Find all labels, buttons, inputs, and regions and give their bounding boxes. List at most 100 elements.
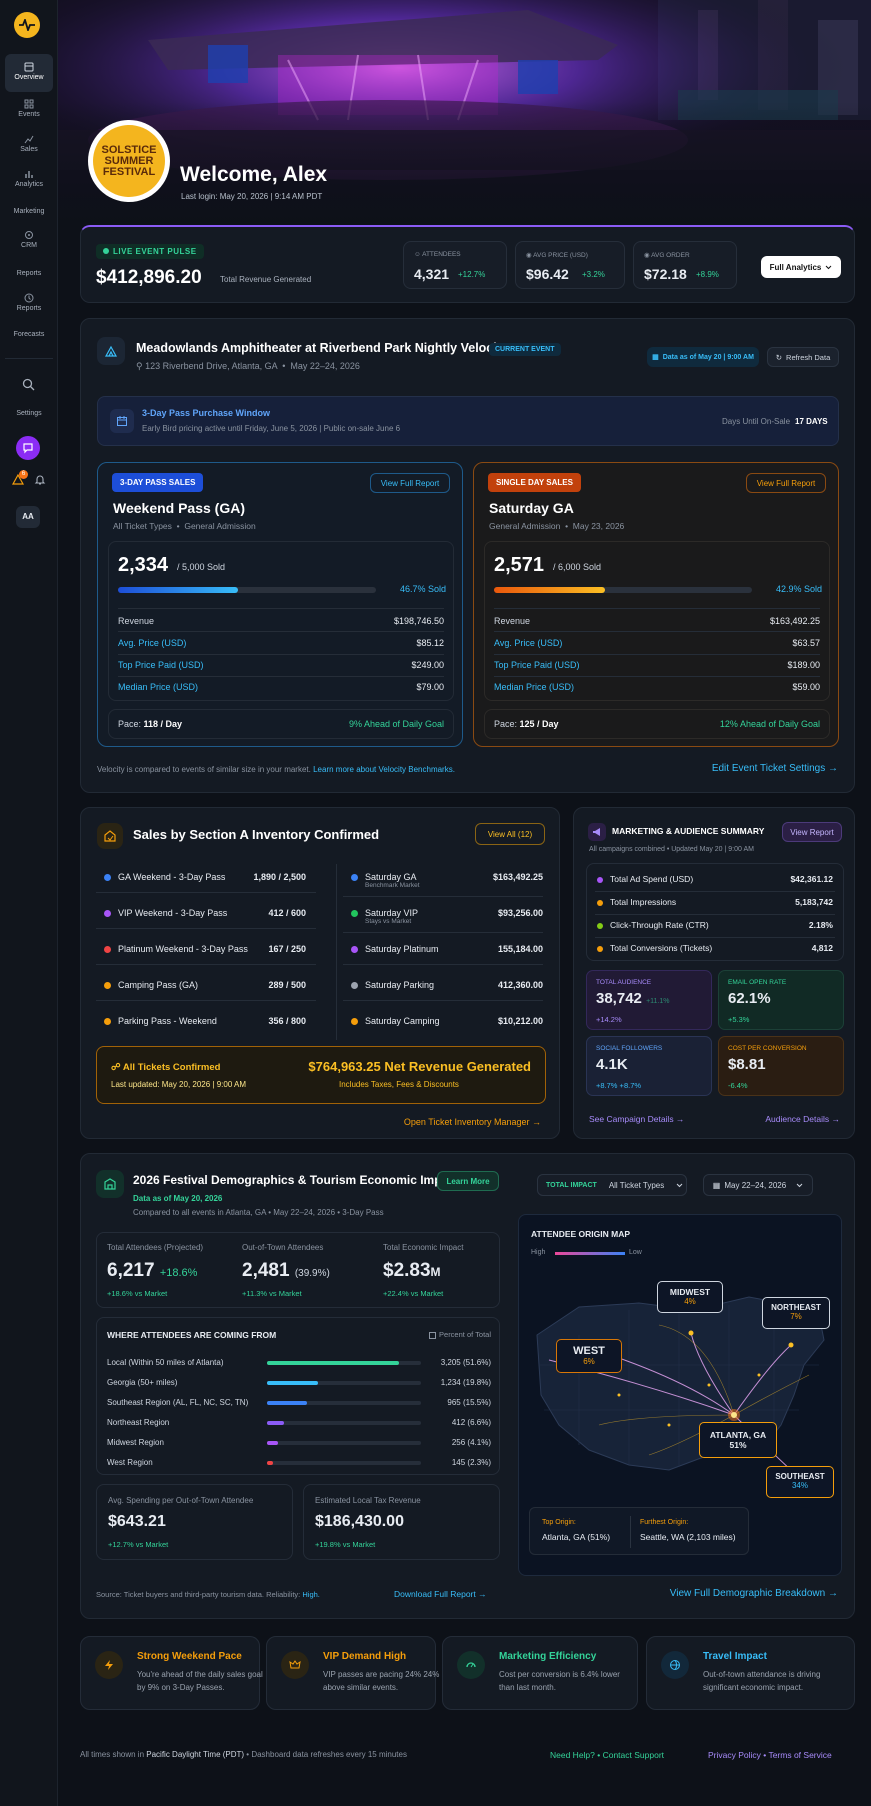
edit-ticket-settings-link[interactable]: Edit Event Ticket Settings →	[712, 763, 838, 774]
avatar[interactable]: AA	[16, 506, 40, 528]
event-address: 123 Riverbend Drive, Atlanta, GA	[145, 361, 278, 371]
sidebar-item-marketing[interactable]: Marketing	[5, 208, 53, 215]
sidebar-item-analytics[interactable]: Analytics	[5, 169, 53, 188]
marketing-summary-panel: MARKETING & AUDIENCE SUMMARY View Report…	[573, 807, 855, 1139]
settings-label: Settings	[16, 410, 42, 417]
refresh-label: Refresh Data	[786, 352, 831, 362]
sidebar-item-sales[interactable]: Sales	[5, 134, 53, 153]
list-item[interactable]: Platinum Weekend - 3-Day Pass 167 / 250	[104, 944, 306, 954]
inventory-manager-link[interactable]: Open Ticket Inventory Manager →	[404, 1117, 541, 1127]
list-item[interactable]: Parking Pass - Weekend 356 / 800	[104, 1016, 306, 1026]
privacy-policy-link[interactable]: Privacy Policy	[708, 1750, 761, 1760]
app-logo[interactable]	[14, 12, 40, 38]
confirmed-banner: ☍ All Tickets Confirmed Last updated: Ma…	[96, 1046, 546, 1104]
sidebar-item-label: Reports	[16, 270, 42, 277]
sidebar-item-forecasts[interactable]: Forecasts	[5, 331, 53, 338]
daily-goal: 9% Ahead of Daily Goal	[348, 719, 444, 729]
insight-card-marketing-efficiency[interactable]: Marketing Efficiency Cost per conversion…	[442, 1636, 638, 1710]
pass-name: Saturday GA	[489, 500, 574, 516]
origin-row: Southeast Region (AL, FL, NC, SC, TN) 965…	[107, 1398, 491, 1412]
row-label: Revenue	[494, 616, 531, 626]
data-as-of-badge: ▦ Data as of May 20 | 9:00 AM	[647, 347, 759, 367]
footer-links: Privacy Policy • Terms of Service	[708, 1750, 832, 1760]
footer-timezone: All times shown in Pacific Daylight Time…	[80, 1750, 407, 1759]
bell-icon[interactable]	[34, 474, 46, 486]
view-all-sections-button[interactable]: View All (12)	[475, 823, 545, 845]
view-full-report-button[interactable]: View Full Report	[746, 473, 826, 493]
velocity-benchmarks-link[interactable]: Learn more about Velocity Benchmarks.	[313, 765, 455, 774]
section-list-left: GA Weekend - 3-Day Pass 1,890 / 2,500 VIP…	[96, 864, 316, 1044]
sidebar-item-settings[interactable]: Settings	[5, 410, 53, 417]
crm-icon	[25, 231, 33, 239]
notification-area: 6	[10, 470, 50, 492]
search-button[interactable]	[16, 372, 40, 396]
purchase-window-desc: Early Bird pricing active until Friday, …	[142, 424, 401, 433]
origin-bar-fill	[267, 1401, 307, 1405]
origin-bar-track	[267, 1441, 421, 1445]
sidebar-divider	[5, 358, 53, 359]
calendar-icon: ▦	[652, 354, 659, 361]
view-full-report-button[interactable]: View Full Report	[370, 473, 450, 493]
insight-card-weekend-pace[interactable]: Strong Weekend Pace You're ahead of the …	[80, 1636, 263, 1710]
tent-icon	[104, 345, 118, 357]
pace-box: Pace: 125 / Day 12% Ahead of Daily Goal	[484, 709, 830, 739]
sidebar-item-reports-alt[interactable]: Reports	[5, 293, 53, 312]
list-item[interactable]: Saturday Camping $10,212.00	[351, 1016, 543, 1026]
campaign-details-link[interactable]: See Campaign Details →	[589, 1114, 684, 1124]
event-velocity-panel: Meadowlands Amphitheater at Riverbend Pa…	[80, 318, 855, 793]
avg-order-label: ◉ AVG ORDER	[644, 252, 690, 259]
list-item[interactable]: Saturday Parking 412,360.00	[351, 980, 543, 990]
demographic-breakdown-link[interactable]: View Full Demographic Breakdown →	[670, 1588, 838, 1599]
percent-toggle[interactable]: Percent of Total	[429, 1330, 491, 1339]
badge-line: SOLSTICE	[101, 143, 157, 156]
list-item[interactable]: GA Weekend - 3-Day Pass 1,890 / 2,500	[104, 872, 306, 882]
insight-card-travel-impact[interactable]: Travel Impact Out-of-town attendance is …	[646, 1636, 855, 1710]
attendee-origin-map[interactable]: ATTENDEE ORIGIN MAP High Low MIDWEST 4% …	[518, 1214, 842, 1576]
total-revenue-label: Total Revenue Generated	[220, 275, 312, 284]
list-item[interactable]: Saturday GA $163,492.25 Benchmark Market	[351, 872, 543, 889]
origin-row: Local (Within 50 miles of Atlanta) 3,205 …	[107, 1358, 491, 1372]
full-analytics-button[interactable]: Full Analytics	[761, 256, 841, 278]
pass-card-weekend: 3-DAY PASS SALES View Full Report Weeken…	[97, 462, 463, 747]
list-item[interactable]: Camping Pass (GA) 289 / 500	[104, 980, 306, 990]
origin-row: Northeast Region 412 (6.6%)	[107, 1418, 491, 1432]
row-value: $249.00	[411, 660, 444, 670]
sidebar-item-crm[interactable]: CRM	[5, 230, 53, 249]
sidebar-item-overview[interactable]: Overview	[5, 54, 53, 92]
view-report-button[interactable]: View Report	[782, 822, 842, 842]
region-label-midwest: MIDWEST 4%	[657, 1281, 723, 1313]
avg-price-metric: ◉ AVG PRICE (USD) $96.42 +3.2%	[515, 241, 625, 289]
gauge-icon	[457, 1651, 485, 1679]
chat-icon	[23, 443, 33, 454]
chevron-down-icon	[826, 265, 832, 269]
avg-order-value: $72.18	[644, 266, 687, 282]
impact-filter[interactable]: TOTAL IMPACT All Ticket Types	[537, 1174, 687, 1196]
terms-of-service-link[interactable]: Terms of Service	[768, 1750, 831, 1760]
sidebar-item-events[interactable]: Events	[5, 99, 53, 118]
list-item[interactable]: Saturday VIP $93,256.00 Stays vs Market	[351, 908, 543, 925]
avg-order-metric: ◉ AVG ORDER $72.18 +8.9%	[633, 241, 737, 289]
venue-icon	[97, 337, 125, 365]
learn-more-button[interactable]: Learn More	[437, 1171, 499, 1191]
sold-count: 2,571	[494, 554, 545, 576]
sidebar-item-label: Sales	[20, 146, 38, 153]
refresh-data-button[interactable]: ↻ Refresh Data	[767, 347, 839, 367]
contact-support-link[interactable]: Need Help? • Contact Support	[550, 1750, 664, 1760]
concert-image	[58, 0, 871, 226]
list-item: Click-Through Rate (CTR) 2.18%	[597, 920, 833, 930]
total-revenue: $412,896.20	[96, 267, 202, 288]
daily-goal: 12% Ahead of Daily Goal	[719, 719, 820, 729]
list-item[interactable]: Saturday Platinum 155,184.00	[351, 944, 543, 954]
audience-details-link[interactable]: Audience Details →	[765, 1114, 840, 1124]
date-range-select[interactable]: ▦ May 22–24, 2026	[703, 1174, 813, 1196]
purchase-window-banner: 3-Day Pass Purchase Window Early Bird pr…	[97, 396, 839, 446]
origin-summary: Top Origin: Atlanta, GA (51%) Furthest O…	[529, 1507, 749, 1555]
insight-card-vip-demand[interactable]: VIP Demand High VIP passes are pacing 24…	[266, 1636, 439, 1710]
sidebar-item-reports[interactable]: Reports	[5, 270, 53, 277]
chat-button[interactable]	[16, 436, 40, 460]
pace-box: Pace: 118 / Day 9% Ahead of Daily Goal	[108, 709, 454, 739]
crown-icon	[281, 1651, 309, 1679]
download-report-link[interactable]: Download Full Report →	[394, 1589, 487, 1599]
list-item[interactable]: VIP Weekend - 3-Day Pass 412 / 600	[104, 908, 306, 918]
avg-spending-card: Avg. Spending per Out-of-Town Attendee $…	[96, 1484, 293, 1560]
